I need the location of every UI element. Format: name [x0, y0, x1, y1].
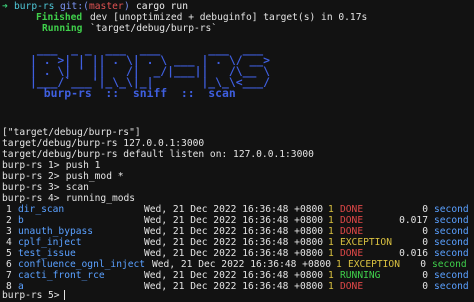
mod-status: DONE [340, 248, 364, 259]
build-running-line: Running `target/debug/burp-rs` [2, 23, 217, 34]
row-index: 5 [6, 248, 12, 259]
table-row: 2 b Wed, 21 Dec 2022 16:36:48 +0800 1 DO… [2, 215, 469, 226]
running-text: `target/debug/burp-rs` [90, 23, 218, 34]
mod-time-unit: second [434, 226, 469, 237]
mod-date: Wed, 21 Dec 2022 16:36:48 +0800 [144, 248, 324, 259]
row-index: 7 [6, 270, 12, 281]
log-line: target/debug/burp-rs default listen on: … [2, 149, 314, 160]
mod-time-unit: second [434, 248, 469, 259]
row-index: 2 [6, 215, 12, 226]
repl-prompt: burp-rs [2, 193, 49, 204]
shell-prompt-line: ➜ burp-rs git:( master ) cargo run [2, 1, 188, 12]
mod-name: cplf_inject [18, 237, 82, 248]
running-label: Running [42, 23, 83, 34]
mod-status: RUNNING [340, 270, 381, 281]
mod-status: DONE [340, 215, 364, 226]
repl-index: 1> [48, 160, 60, 171]
mod-name: b [18, 215, 24, 226]
mod-time-unit: second [434, 270, 469, 281]
table-row: 1 dir_scan Wed, 21 Dec 2022 16:36:48 +08… [2, 204, 469, 215]
mod-time-unit: second [432, 259, 467, 270]
repl-command-line: burp-rs 4> running_mods [2, 193, 135, 204]
mod-name: dir_scan [18, 204, 65, 215]
ascii-banner: ___ _ _ ___ ___ ___ ___ | . >| | || . \|… [30, 42, 271, 100]
repl-command: scan [60, 182, 89, 193]
mod-status: DONE [340, 281, 364, 292]
mod-time: 0 [422, 237, 428, 248]
repl-index: 3> [48, 182, 60, 193]
mod-time: 0 [422, 226, 428, 237]
repl-prompt: burp-rs [2, 182, 49, 193]
repl-index: 5> [48, 290, 60, 301]
build-finished-line: Finished dev [unoptimized + debuginfo] t… [2, 12, 367, 23]
table-row: 6 confluence_ognl_inject Wed, 21 Dec 202… [2, 259, 467, 270]
mod-status: EXCEPTION [340, 237, 392, 248]
mod-count: 1 [328, 204, 334, 215]
prompt-git-prefix: git:( [60, 1, 89, 12]
shell-command: cargo run [136, 1, 188, 12]
mod-name: confluence_ognl_inject [18, 259, 146, 270]
repl-command-line: burp-rs 3> scan [2, 182, 89, 193]
repl-command: push 1 [60, 160, 101, 171]
mod-date: Wed, 21 Dec 2022 16:36:48 +0800 [144, 226, 324, 237]
mod-time-unit: second [434, 204, 469, 215]
repl-command: push_mod * [60, 171, 124, 182]
table-row: 5 test_issue Wed, 21 Dec 2022 16:36:48 +… [2, 248, 469, 259]
mod-count: 1 [336, 259, 342, 270]
finished-label: Finished [36, 12, 83, 23]
mod-count: 1 [328, 226, 334, 237]
mod-count: 1 [328, 270, 334, 281]
mod-time: 0 [422, 204, 428, 215]
finished-text: dev [unoptimized + debuginfo] target(s) … [90, 12, 368, 23]
prompt-git-branch: master [89, 1, 124, 12]
mod-time: 0 [422, 270, 428, 281]
text-cursor[interactable] [64, 290, 65, 301]
repl-prompt: burp-rs [2, 160, 49, 171]
mod-date: Wed, 21 Dec 2022 16:36:48 +0800 [144, 270, 324, 281]
repl-command-line: burp-rs 1> push 1 [2, 160, 100, 171]
mod-name: cacti_front_rce [18, 270, 105, 281]
mod-time: 0.016 [399, 248, 428, 259]
repl-input-line[interactable]: burp-rs 5> [2, 290, 65, 301]
repl-command: running_mods [60, 193, 136, 204]
mod-date: Wed, 21 Dec 2022 16:36:48 +0800 [144, 215, 324, 226]
mod-count: 1 [328, 237, 334, 248]
repl-index: 4> [48, 193, 60, 204]
mod-count: 1 [328, 215, 334, 226]
row-index: 3 [6, 226, 12, 237]
mod-time: 0 [422, 281, 428, 292]
mod-status: DONE [340, 226, 364, 237]
mod-count: 1 [328, 248, 334, 259]
table-row: 3 unauth_bypass Wed, 21 Dec 2022 16:36:4… [2, 226, 469, 237]
row-index: 6 [6, 259, 12, 270]
repl-prompt: burp-rs [2, 290, 49, 301]
repl-command-line: burp-rs 2> push_mod * [2, 171, 124, 182]
repl-index: 2> [48, 171, 60, 182]
mod-date: Wed, 21 Dec 2022 16:36:48 +0800 [144, 237, 324, 248]
mod-date: Wed, 21 Dec 2022 16:36:48 +0800 [144, 281, 324, 292]
repl-prompt: burp-rs [2, 171, 49, 182]
mod-time: 0 [420, 259, 426, 270]
mod-count: 1 [328, 281, 334, 292]
mod-status: DONE [340, 204, 364, 215]
mod-time-unit: second [434, 281, 469, 292]
prompt-arrow: ➜ [2, 1, 8, 12]
table-row: 7 cacti_front_rce Wed, 21 Dec 2022 16:36… [2, 270, 469, 281]
table-row: 4 cplf_inject Wed, 21 Dec 2022 16:36:48 … [2, 237, 469, 248]
mod-date: Wed, 21 Dec 2022 16:36:48 +0800 [144, 204, 324, 215]
terminal-window[interactable]: ➜ burp-rs git:( master ) cargo run Finis… [0, 0, 474, 302]
mod-time: 0.017 [399, 215, 428, 226]
prompt-directory: burp-rs [14, 1, 55, 12]
mod-name: test_issue [18, 248, 76, 259]
row-index: 4 [6, 237, 12, 248]
mod-name: unauth_bypass [18, 226, 94, 237]
row-index: 1 [6, 204, 12, 215]
mod-status: EXCEPTION [348, 259, 400, 270]
mod-date: Wed, 21 Dec 2022 16:36:48 +0800 [152, 259, 332, 270]
log-line: ["target/debug/burp-rs"] [2, 127, 141, 138]
mod-time-unit: second [434, 215, 469, 226]
mod-time-unit: second [434, 237, 469, 248]
prompt-git-suffix: ) [124, 1, 130, 12]
log-line: target/debug/burp-rs 127.0.0.1:3000 [2, 138, 205, 149]
